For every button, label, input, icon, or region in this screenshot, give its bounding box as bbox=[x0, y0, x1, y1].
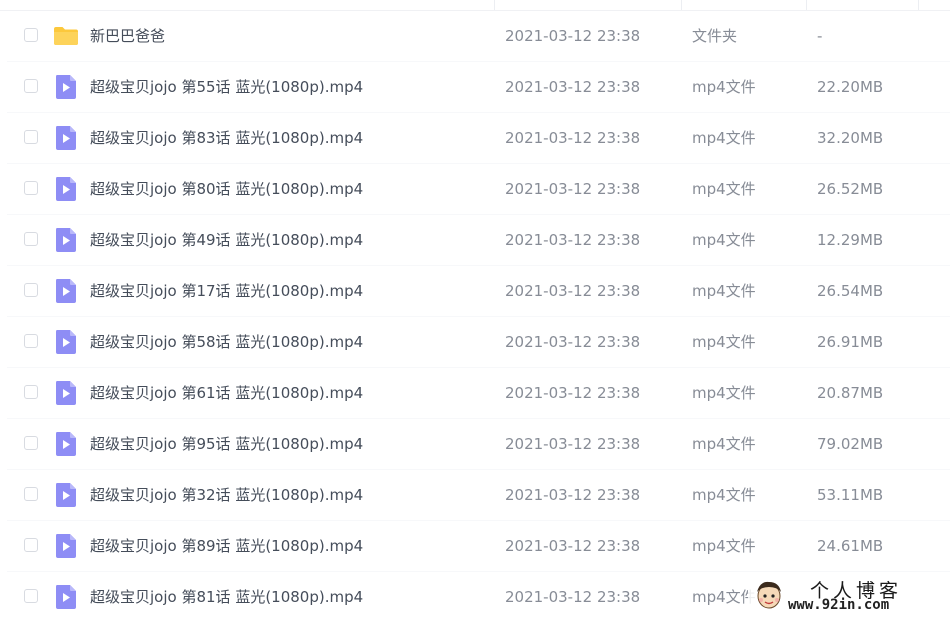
file-name[interactable]: 超级宝贝jojo 第58话 蓝光(1080p).mp4 bbox=[90, 317, 363, 367]
video-file-icon bbox=[56, 228, 76, 252]
video-file-icon bbox=[56, 177, 76, 201]
file-size: 20.87MB bbox=[817, 384, 884, 402]
file-modified-date: 2021-03-12 23:38 bbox=[505, 435, 641, 453]
file-modified-date: 2021-03-12 23:38 bbox=[505, 486, 641, 504]
video-file-icon bbox=[56, 585, 76, 609]
file-name[interactable]: 超级宝贝jojo 第95话 蓝光(1080p).mp4 bbox=[90, 419, 363, 469]
file-size: 26.54MB bbox=[817, 282, 884, 300]
row-checkbox[interactable] bbox=[24, 385, 38, 399]
video-file-icon bbox=[56, 432, 76, 456]
file-type: mp4文件 bbox=[692, 537, 756, 555]
file-type: mp4文件 bbox=[692, 282, 756, 300]
file-size: 22.20MB bbox=[817, 78, 884, 96]
file-row[interactable]: 超级宝贝jojo 第61话 蓝光(1080p).mp4 2021-03-12 2… bbox=[7, 368, 950, 419]
file-modified-date: 2021-03-12 23:38 bbox=[505, 27, 641, 45]
file-name[interactable]: 超级宝贝jojo 第61话 蓝光(1080p).mp4 bbox=[90, 368, 363, 418]
row-checkbox[interactable] bbox=[24, 232, 38, 246]
video-file-icon bbox=[56, 75, 76, 99]
file-type: mp4文件 bbox=[692, 435, 756, 453]
file-modified-date: 2021-03-12 23:38 bbox=[505, 78, 641, 96]
file-name[interactable]: 超级宝贝jojo 第17话 蓝光(1080p).mp4 bbox=[90, 266, 363, 316]
file-modified-date: 2021-03-12 23:38 bbox=[505, 537, 641, 555]
file-row[interactable]: 超级宝贝jojo 第58话 蓝光(1080p).mp4 2021-03-12 2… bbox=[7, 317, 950, 368]
video-file-icon bbox=[56, 483, 76, 507]
file-row[interactable]: 超级宝贝jojo 第32话 蓝光(1080p).mp4 2021-03-12 2… bbox=[7, 470, 950, 521]
file-name[interactable]: 超级宝贝jojo 第55话 蓝光(1080p).mp4 bbox=[90, 62, 363, 112]
file-name[interactable]: 超级宝贝jojo 第32话 蓝光(1080p).mp4 bbox=[90, 470, 363, 520]
row-checkbox[interactable] bbox=[24, 589, 38, 603]
column-divider[interactable] bbox=[806, 0, 807, 10]
file-modified-date: 2021-03-12 23:38 bbox=[505, 282, 641, 300]
file-size: 26.91MB bbox=[817, 333, 884, 351]
row-checkbox[interactable] bbox=[24, 334, 38, 348]
file-modified-date: 2021-03-12 23:38 bbox=[505, 231, 641, 249]
file-type: mp4文件 bbox=[692, 384, 756, 402]
watermark-url: www.92in.com bbox=[788, 597, 890, 613]
file-row[interactable]: 超级宝贝jojo 第80话 蓝光(1080p).mp4 2021-03-12 2… bbox=[7, 164, 950, 215]
column-divider[interactable] bbox=[494, 0, 495, 10]
column-header-strip bbox=[0, 0, 950, 11]
video-file-icon bbox=[56, 534, 76, 558]
file-size: 24.61MB bbox=[817, 537, 884, 555]
row-checkbox[interactable] bbox=[24, 538, 38, 552]
file-name[interactable]: 超级宝贝jojo 第49话 蓝光(1080p).mp4 bbox=[90, 215, 363, 265]
file-modified-date: 2021-03-12 23:38 bbox=[505, 180, 641, 198]
file-size: 32.20MB bbox=[817, 129, 884, 147]
file-size: 26.52MB bbox=[817, 180, 884, 198]
file-size: 12.29MB bbox=[817, 231, 884, 249]
video-file-icon bbox=[56, 330, 76, 354]
video-file-icon bbox=[56, 279, 76, 303]
avatar-cartoon-icon bbox=[757, 581, 781, 609]
watermark: 个人博客 www.92in.com bbox=[748, 576, 944, 614]
file-row[interactable]: 超级宝贝jojo 第17话 蓝光(1080p).mp4 2021-03-12 2… bbox=[7, 266, 950, 317]
file-modified-date: 2021-03-12 23:38 bbox=[505, 384, 641, 402]
file-list-window: 新巴巴爸爸 2021-03-12 23:38 文件夹 - 超级宝贝jojo 第5… bbox=[0, 0, 950, 618]
video-file-icon bbox=[56, 381, 76, 405]
column-divider[interactable] bbox=[681, 0, 682, 10]
row-checkbox[interactable] bbox=[24, 487, 38, 501]
file-name[interactable]: 超级宝贝jojo 第89话 蓝光(1080p).mp4 bbox=[90, 521, 363, 571]
file-type: mp4文件 bbox=[692, 588, 756, 606]
file-type: mp4文件 bbox=[692, 129, 756, 147]
file-type: 文件夹 bbox=[692, 27, 738, 45]
row-checkbox[interactable] bbox=[24, 130, 38, 144]
file-size: - bbox=[817, 27, 823, 45]
file-type: mp4文件 bbox=[692, 180, 756, 198]
file-row[interactable]: 超级宝贝jojo 第55话 蓝光(1080p).mp4 2021-03-12 2… bbox=[7, 62, 950, 113]
column-divider[interactable] bbox=[918, 0, 919, 10]
file-modified-date: 2021-03-12 23:38 bbox=[505, 129, 641, 147]
file-size: 79.02MB bbox=[817, 435, 884, 453]
file-size: 53.11MB bbox=[817, 486, 884, 504]
row-checkbox[interactable] bbox=[24, 28, 38, 42]
file-list: 新巴巴爸爸 2021-03-12 23:38 文件夹 - 超级宝贝jojo 第5… bbox=[7, 11, 950, 618]
file-name[interactable]: 新巴巴爸爸 bbox=[90, 11, 165, 61]
file-type: mp4文件 bbox=[692, 486, 756, 504]
file-name[interactable]: 超级宝贝jojo 第83话 蓝光(1080p).mp4 bbox=[90, 113, 363, 163]
row-checkbox[interactable] bbox=[24, 436, 38, 450]
file-name[interactable]: 超级宝贝jojo 第80话 蓝光(1080p).mp4 bbox=[90, 164, 363, 214]
file-type: mp4文件 bbox=[692, 78, 756, 96]
file-modified-date: 2021-03-12 23:38 bbox=[505, 333, 641, 351]
file-row[interactable]: 超级宝贝jojo 第95话 蓝光(1080p).mp4 2021-03-12 2… bbox=[7, 419, 950, 470]
file-row[interactable]: 超级宝贝jojo 第83话 蓝光(1080p).mp4 2021-03-12 2… bbox=[7, 113, 950, 164]
video-file-icon bbox=[56, 126, 76, 150]
row-checkbox[interactable] bbox=[24, 283, 38, 297]
row-checkbox[interactable] bbox=[24, 181, 38, 195]
row-checkbox[interactable] bbox=[24, 79, 38, 93]
file-type: mp4文件 bbox=[692, 333, 756, 351]
folder-icon bbox=[54, 27, 78, 45]
file-name[interactable]: 超级宝贝jojo 第81话 蓝光(1080p).mp4 bbox=[90, 572, 363, 618]
file-type: mp4文件 bbox=[692, 231, 756, 249]
file-modified-date: 2021-03-12 23:38 bbox=[505, 588, 641, 606]
file-row[interactable]: 新巴巴爸爸 2021-03-12 23:38 文件夹 - bbox=[7, 11, 950, 62]
file-row[interactable]: 超级宝贝jojo 第89话 蓝光(1080p).mp4 2021-03-12 2… bbox=[7, 521, 950, 572]
file-row[interactable]: 超级宝贝jojo 第49话 蓝光(1080p).mp4 2021-03-12 2… bbox=[7, 215, 950, 266]
